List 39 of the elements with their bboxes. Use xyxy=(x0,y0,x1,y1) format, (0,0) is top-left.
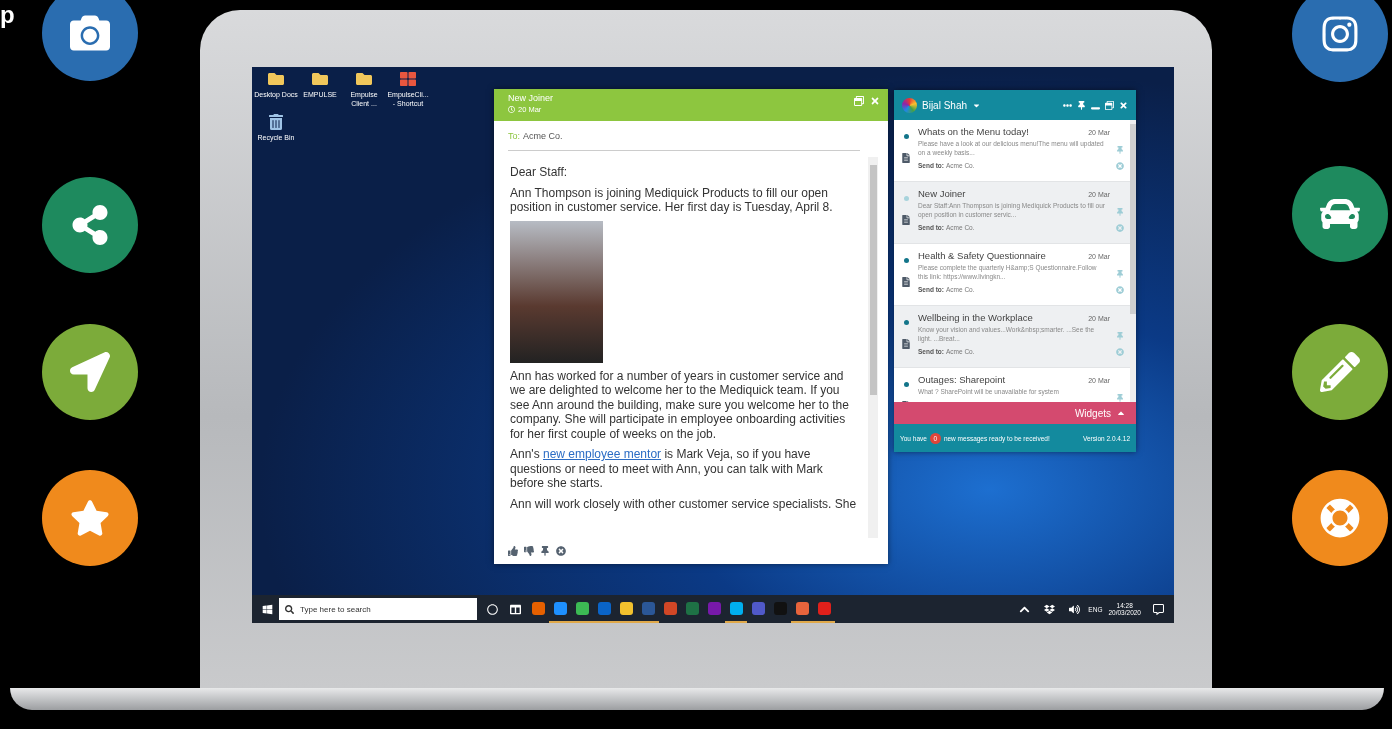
paragraph: Ann will work closely with other customer service specialists. She xyxy=(510,496,858,511)
search-icon xyxy=(285,604,294,614)
greeting: Dear Staff: xyxy=(510,165,569,180)
dismiss-icon[interactable] xyxy=(556,546,566,556)
close-icon[interactable] xyxy=(1119,100,1128,110)
trash-icon[interactable] xyxy=(268,114,284,130)
message-title: New Joiner xyxy=(918,188,966,199)
widgets-button[interactable]: Widgets xyxy=(894,402,1136,424)
scrollbar[interactable] xyxy=(868,157,878,538)
document-icon xyxy=(901,277,911,287)
app-shortcut-icon[interactable] xyxy=(400,71,416,87)
clock-icon xyxy=(508,106,515,113)
folder-icon[interactable] xyxy=(312,71,328,87)
message-title: New Joiner xyxy=(508,93,554,103)
recipient: Acme Co. xyxy=(523,131,563,141)
message-title: Wellbeing in the Workplace xyxy=(918,312,1033,323)
restore-icon[interactable] xyxy=(1105,100,1114,110)
message-title: Outages: Sharepoint xyxy=(918,374,1006,385)
document-icon xyxy=(901,215,911,225)
paragraph: Ann Thompson is joining Mediquick Products to fill our open position in customer service. Her first day is Tuesday, April 8. xyxy=(510,185,834,215)
thumbs-up-icon[interactable] xyxy=(508,546,518,556)
message-title: Health & Safety Questionnaire xyxy=(918,250,1046,261)
document-icon xyxy=(901,153,911,163)
thumbs-down-icon[interactable] xyxy=(524,546,534,556)
logo-icon xyxy=(902,97,917,113)
pin-icon[interactable] xyxy=(1077,100,1086,110)
scrollbar[interactable] xyxy=(1130,120,1136,402)
folder-icon[interactable] xyxy=(356,71,372,87)
to-label: To: xyxy=(508,131,520,141)
paragraph: Ann's new employee mentor is Mark Veja, so if you have questions or need to meet with Ann, you can talk with Mark before she starts. xyxy=(510,447,824,491)
document-icon xyxy=(901,339,911,349)
pin-icon[interactable] xyxy=(540,546,550,556)
search-box[interactable]: Type here to search xyxy=(279,598,477,620)
user-name[interactable]: Bijal Shah xyxy=(922,99,968,111)
folder-icon[interactable] xyxy=(268,71,284,87)
message-title: Whats on the Menu today! xyxy=(918,126,1029,137)
paragraph: Ann has worked for a number of years in customer service and we are delighted to welcome her to the Mediquick team. If you see Ann around the building, make sure you welcome her to the company. She will participate in employee onboarding activities for her first couple of weeks on the job. xyxy=(510,368,850,441)
mentor-link[interactable]: new employee mentor xyxy=(543,447,662,461)
heading-fragment: p xyxy=(0,0,16,30)
